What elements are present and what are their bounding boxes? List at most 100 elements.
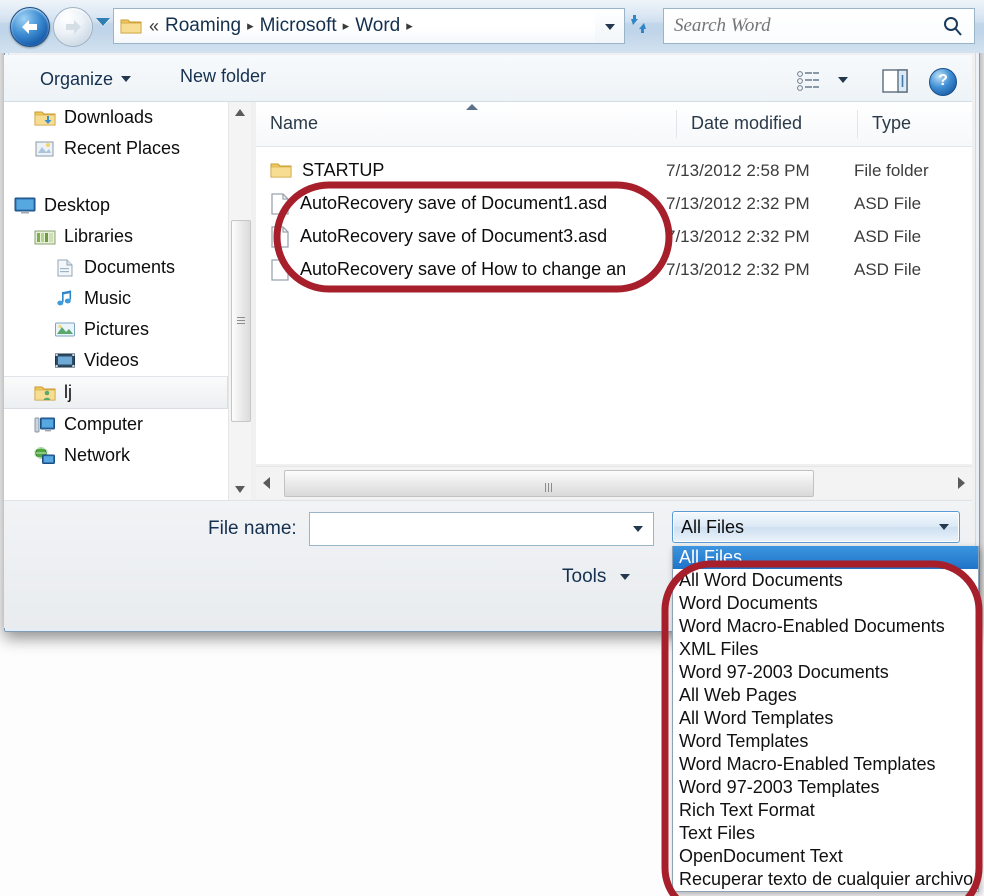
tools-button[interactable]: Tools xyxy=(562,563,631,591)
refresh-icon xyxy=(631,15,646,33)
dropdown-option-rich-text-format[interactable]: Rich Text Format xyxy=(673,799,978,822)
sidebar-item-computer[interactable]: Computer xyxy=(4,409,228,440)
sidebar-item-recent-places[interactable]: Recent Places xyxy=(4,133,228,164)
dropdown-option-word-documents[interactable]: Word Documents xyxy=(673,592,978,615)
refresh-button[interactable] xyxy=(626,12,654,40)
dropdown-option-all-web-pages[interactable]: All Web Pages xyxy=(673,684,978,707)
navigation-pane: Downloads Recent Places Desktop Librarie… xyxy=(4,102,228,500)
scroll-right-button[interactable] xyxy=(950,467,972,499)
sidebar-item-label: Videos xyxy=(84,350,139,370)
dropdown-option-word-macro-enabled-documents[interactable]: Word Macro-Enabled Documents xyxy=(673,615,978,638)
column-header-label: Type xyxy=(872,113,912,133)
scroll-down-button[interactable] xyxy=(229,478,251,500)
breadcrumb-overflow[interactable]: « xyxy=(147,16,161,37)
sidebar-item-network[interactable]: Network xyxy=(4,440,228,471)
file-name-input[interactable] xyxy=(310,517,620,541)
column-header-date-modified[interactable]: Date modified xyxy=(677,102,877,145)
libraries-icon xyxy=(34,230,56,244)
dropdown-option-word-templates[interactable]: Word Templates xyxy=(673,730,978,753)
change-view-icon[interactable] xyxy=(797,71,821,91)
breadcrumb-separator[interactable]: ▸ xyxy=(341,18,352,34)
file-name-combo[interactable] xyxy=(309,512,654,546)
dropdown-option-word-97-2003-templates[interactable]: Word 97-2003 Templates xyxy=(673,776,978,799)
user-folder-icon xyxy=(34,386,56,400)
sidebar-item-desktop[interactable]: Desktop xyxy=(4,190,228,221)
address-history-button[interactable] xyxy=(595,8,625,44)
breadcrumb-item-roaming[interactable]: Roaming xyxy=(161,14,245,38)
file-name-dropdown-button[interactable] xyxy=(623,513,653,545)
dropdown-option-recuperar-texto[interactable]: Recuperar texto de cualquier archivo xyxy=(673,868,978,891)
column-header-type[interactable]: Type xyxy=(858,102,972,145)
breadcrumb-item-word[interactable]: Word xyxy=(351,14,404,38)
show-preview-pane-icon[interactable] xyxy=(882,69,908,93)
file-name-cell: AutoRecovery save of How to change an xyxy=(256,258,666,281)
sidebar-item-label: Network xyxy=(64,445,131,465)
column-header-name[interactable]: Name xyxy=(256,102,676,145)
grip-icon xyxy=(237,317,245,326)
sidebar-item-downloads[interactable]: Downloads xyxy=(4,102,228,133)
scroll-left-button[interactable] xyxy=(256,467,278,499)
file-list-view: Name Date modified Type STARTUP 7/13/201… xyxy=(256,102,972,464)
sidebar-item-documents[interactable]: Documents xyxy=(4,252,228,283)
search-input[interactable] xyxy=(664,14,926,38)
file-type-combo[interactable]: All Files xyxy=(672,511,960,543)
dropdown-option-xml-files[interactable]: XML Files xyxy=(673,638,978,661)
file-date-cell: 7/13/2012 2:32 PM xyxy=(666,193,810,213)
file-type-cell: ASD File xyxy=(854,193,922,213)
dropdown-option-all-word-documents[interactable]: All Word Documents xyxy=(673,569,978,592)
folder-icon xyxy=(270,163,292,178)
file-type-dropdown-list[interactable]: All Files All Word Documents Word Docume… xyxy=(672,546,979,892)
table-row[interactable]: AutoRecovery save of Document1.asd 7/13/… xyxy=(256,187,972,220)
help-label: ? xyxy=(938,72,948,89)
file-name-cell: AutoRecovery save of Document1.asd xyxy=(256,192,666,215)
back-button[interactable] xyxy=(10,7,50,47)
recent-locations-dropdown[interactable] xyxy=(96,18,110,26)
file-name-label: STARTUP xyxy=(302,160,385,180)
organize-button[interactable]: Organize xyxy=(34,66,137,92)
breadcrumb-separator[interactable]: ▸ xyxy=(245,18,256,34)
sidebar-item-label: Documents xyxy=(84,257,176,277)
sidebar-item-label: Music xyxy=(84,288,132,308)
file-date-cell: 7/13/2012 2:58 PM xyxy=(666,160,810,180)
scrollbar-thumb[interactable] xyxy=(231,220,251,422)
chevron-left-icon xyxy=(263,477,270,489)
chevron-down-icon[interactable] xyxy=(838,77,848,83)
dropdown-option-word-97-2003-documents[interactable]: Word 97-2003 Documents xyxy=(673,661,978,684)
dropdown-option-word-macro-enabled-templates[interactable]: Word Macro-Enabled Templates xyxy=(673,753,978,776)
sidebar-item-videos[interactable]: Videos xyxy=(4,345,228,376)
dropdown-option-all-files[interactable]: All Files xyxy=(673,546,978,569)
sidebar-item-music[interactable]: Music xyxy=(4,283,228,314)
dropdown-option-all-word-templates[interactable]: All Word Templates xyxy=(673,707,978,730)
sidebar-item-label: Desktop xyxy=(44,195,111,215)
chevron-down-icon xyxy=(620,574,631,580)
breadcrumb-item-microsoft[interactable]: Microsoft xyxy=(256,14,341,38)
pictures-library-icon xyxy=(55,322,75,336)
sidebar-item-label: Recent Places xyxy=(64,138,181,158)
scroll-up-button[interactable] xyxy=(229,102,251,124)
sidebar-item-libraries[interactable]: Libraries xyxy=(4,221,228,252)
address-bar[interactable]: « Roaming ▸ Microsoft ▸ Word ▸ xyxy=(113,8,618,44)
breadcrumb-separator[interactable]: ▸ xyxy=(404,18,415,34)
table-row[interactable]: AutoRecovery save of Document3.asd 7/13/… xyxy=(256,220,972,253)
sidebar-item-lj[interactable]: lj xyxy=(4,376,228,409)
sidebar-item-pictures[interactable]: Pictures xyxy=(4,314,228,345)
table-row[interactable]: STARTUP 7/13/2012 2:58 PM File folder xyxy=(256,154,972,187)
new-folder-button[interactable]: New folder xyxy=(174,66,272,92)
file-type-cell: File folder xyxy=(854,160,929,180)
table-row[interactable]: AutoRecovery save of How to change an 7/… xyxy=(256,253,972,286)
file-list-horizontal-scrollbar[interactable] xyxy=(256,466,972,499)
dropdown-option-opendocument-text[interactable]: OpenDocument Text xyxy=(673,845,978,868)
help-button[interactable]: ? xyxy=(929,68,957,96)
search-box[interactable] xyxy=(663,8,975,44)
chevron-down-icon xyxy=(633,526,643,532)
column-header-label: Date modified xyxy=(691,113,803,133)
file-date-cell: 7/13/2012 2:32 PM xyxy=(666,259,810,279)
file-type-selected-label: All Files xyxy=(681,516,745,537)
sidebar-vertical-scrollbar[interactable] xyxy=(228,102,251,500)
computer-icon xyxy=(34,417,55,432)
file-name-label: File name: xyxy=(208,518,297,539)
scrollbar-thumb[interactable] xyxy=(284,470,814,497)
forward-button[interactable] xyxy=(53,7,93,47)
dropdown-option-text-files[interactable]: Text Files xyxy=(673,822,978,845)
